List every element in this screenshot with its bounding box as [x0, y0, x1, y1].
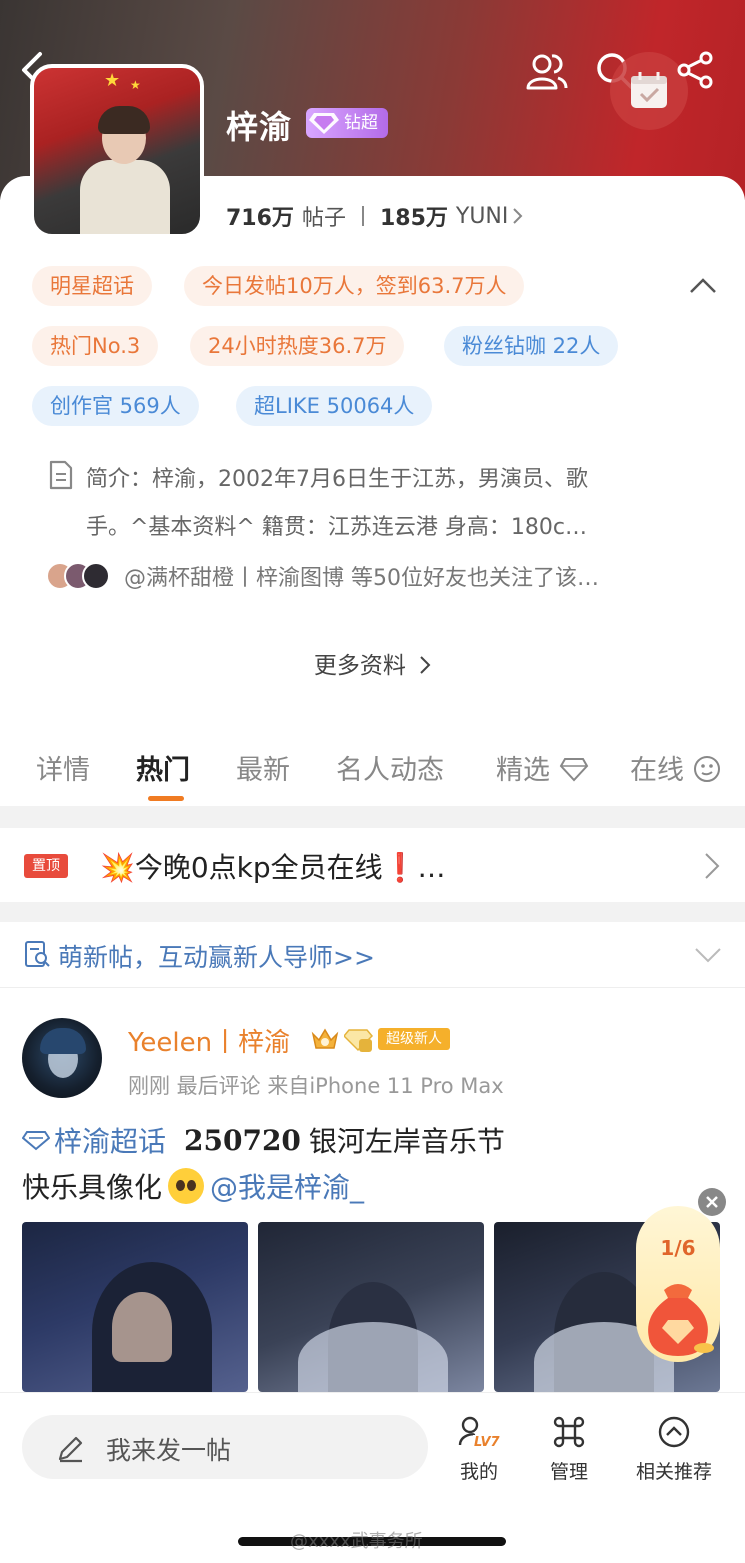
friends-text: @满杯甜橙丨梓渝图博 等50位好友也关注了该…: [124, 566, 599, 591]
tab-active-indicator: [148, 796, 184, 801]
bottom-bar: 我来发一帖 LV7 我的 管理 相关推荐 @xxxx武事务所: [0, 1392, 745, 1563]
chevron-down-icon[interactable]: [694, 946, 722, 964]
stats-row[interactable]: 716万 帖子 185万 YUNI: [226, 200, 524, 232]
tab-online-label: 在线: [630, 755, 684, 786]
svg-text:LV7: LV7: [474, 1435, 501, 1449]
post-text-line-1: 梓渝超话 250720 银河左岸音乐节: [22, 1120, 505, 1160]
tag-super-like[interactable]: 超LIKE 50064人: [236, 386, 433, 426]
flag-star: ★: [130, 78, 141, 92]
document-icon: [49, 460, 73, 490]
arrow-up-circle-icon: [658, 1416, 690, 1448]
intro-line-1: 简介：梓渝，2002年7月6日生于江苏，男演员、歌: [86, 467, 588, 492]
command-icon: [553, 1416, 585, 1448]
pinned-post[interactable]: 置顶 💥今晚0点kp全员在线❗…: [0, 828, 745, 902]
pleading-face-emoji: [168, 1168, 205, 1204]
diamond-outline-icon: [559, 758, 588, 782]
stats-divider: [361, 206, 364, 226]
post-meta: 刚刚 最后评论 来自iPhone 11 Pro Max: [128, 1074, 504, 1098]
reward-bag-widget[interactable]: 1/6: [636, 1206, 720, 1362]
newbie-banner[interactable]: 萌新帖，互动赢新人导师>>: [0, 922, 745, 988]
tab-latest[interactable]: 最新: [236, 748, 290, 787]
close-icon: [706, 1196, 718, 1208]
tag-creators[interactable]: 创作官 569人: [32, 386, 199, 426]
pencil-icon: [58, 1436, 83, 1463]
newbie-doc-icon: [25, 941, 50, 967]
page-title: 梓渝: [226, 108, 293, 146]
super-newbie-badge: 超级新人: [378, 1028, 450, 1050]
tab-bar: 详情 热门 最新 名人动态 精选 在线: [0, 740, 745, 806]
tag-daily-stats[interactable]: 今日发帖10万人，签到63.7万人: [184, 266, 525, 306]
tag-24h-heat[interactable]: 24小时热度36.7万: [190, 326, 405, 366]
post-image[interactable]: [258, 1222, 484, 1392]
pinned-badge: 置顶: [24, 854, 68, 878]
tag-star-topic[interactable]: 明星超话: [32, 266, 152, 306]
related-label: 相关推荐: [635, 1461, 712, 1483]
diamond-icon: [309, 113, 339, 134]
more-info-label: 更多资料: [313, 653, 406, 679]
friend-avatar: [82, 562, 110, 590]
avatar-person: [80, 106, 170, 234]
close-widget-button[interactable]: [698, 1188, 726, 1216]
section-divider: [0, 902, 745, 922]
post-author-avatar[interactable]: [22, 1018, 102, 1098]
post-event: 银河左岸音乐节: [308, 1125, 505, 1158]
tab-online[interactable]: 在线: [630, 748, 721, 787]
tab-celebrity-updates[interactable]: 名人动态: [336, 748, 444, 787]
post-date: 250720: [184, 1123, 301, 1157]
fan-diamond-icon: [344, 1029, 374, 1052]
badge-label: 钻超: [344, 113, 378, 133]
watermark: @xxxx武事务所: [290, 1531, 423, 1552]
topic-intro[interactable]: 简介：梓渝，2002年7月6日生于江苏，男演员、歌 手。^基本资料^ 籍贯：江苏…: [86, 456, 696, 552]
share-icon[interactable]: [676, 50, 716, 90]
manage-label: 管理: [549, 1461, 588, 1483]
flag-star: ★: [104, 70, 121, 91]
chevron-right-icon: [513, 208, 523, 224]
tab-hot[interactable]: 热门: [136, 748, 190, 787]
mine-label: 我的: [459, 1461, 498, 1483]
tab-featured-label: 精选: [496, 755, 550, 786]
topic-label: 梓渝超话: [54, 1125, 167, 1158]
post-text: 快乐具像化: [22, 1171, 163, 1204]
mention-link[interactable]: @我是梓渝_: [210, 1166, 364, 1206]
fans-count: 185万: [379, 206, 448, 231]
manage-button[interactable]: 管理: [546, 1415, 592, 1484]
post-image[interactable]: [22, 1222, 248, 1392]
topic-link[interactable]: 梓渝超话: [22, 1120, 166, 1160]
compose-placeholder: 我来发一帖: [106, 1436, 232, 1465]
compose-post-button[interactable]: 我来发一帖: [22, 1415, 428, 1479]
posts-count: 716万: [226, 206, 294, 231]
post-text-line-2: 快乐具像化 @我是梓渝_: [22, 1166, 364, 1206]
tag-hot-rank[interactable]: 热门No.3: [32, 326, 159, 366]
post-author-name[interactable]: Yeelen丨梓渝: [128, 1022, 290, 1059]
fans-label: YUNI: [455, 203, 509, 229]
chevron-right-icon: [420, 656, 431, 674]
red-bag-icon: [648, 1284, 714, 1356]
newbie-text: 萌新帖，互动赢新人导师>>: [58, 943, 375, 972]
tab-featured[interactable]: 精选: [496, 748, 589, 787]
crown-icon: [311, 1028, 339, 1049]
chevron-up-icon[interactable]: [688, 274, 718, 296]
photo-face: [112, 1292, 172, 1362]
diamond-super-badge[interactable]: 钻超: [306, 108, 388, 138]
diamond-outline-icon: [22, 1131, 50, 1151]
more-info-link[interactable]: 更多资料: [0, 646, 745, 680]
related-button[interactable]: 相关推荐: [632, 1415, 716, 1484]
pinned-text: 💥今晚0点kp全员在线❗…: [100, 851, 446, 884]
topic-avatar[interactable]: ★ ★: [30, 64, 204, 238]
mine-button[interactable]: LV7 我的: [454, 1415, 504, 1484]
people-icon[interactable]: [522, 48, 568, 94]
smiley-icon: [693, 756, 720, 782]
photo-shirt: [298, 1322, 448, 1392]
calendar-icon: [631, 72, 667, 108]
level-person-icon: LV7: [458, 1416, 501, 1450]
tab-details[interactable]: 详情: [36, 748, 90, 787]
friends-following[interactable]: @满杯甜橙丨梓渝图博 等50位好友也关注了该…: [46, 560, 599, 592]
chevron-right-icon: [705, 853, 720, 879]
reward-count: 1/6: [660, 1236, 696, 1260]
intro-line-2: 手。^基本资料^ 籍贯：江苏连云港 身高：180c…: [86, 515, 587, 540]
posts-label: 帖子: [301, 206, 346, 231]
tag-fan-diamond[interactable]: 粉丝钻咖 22人: [444, 326, 619, 366]
section-divider: [0, 806, 745, 828]
